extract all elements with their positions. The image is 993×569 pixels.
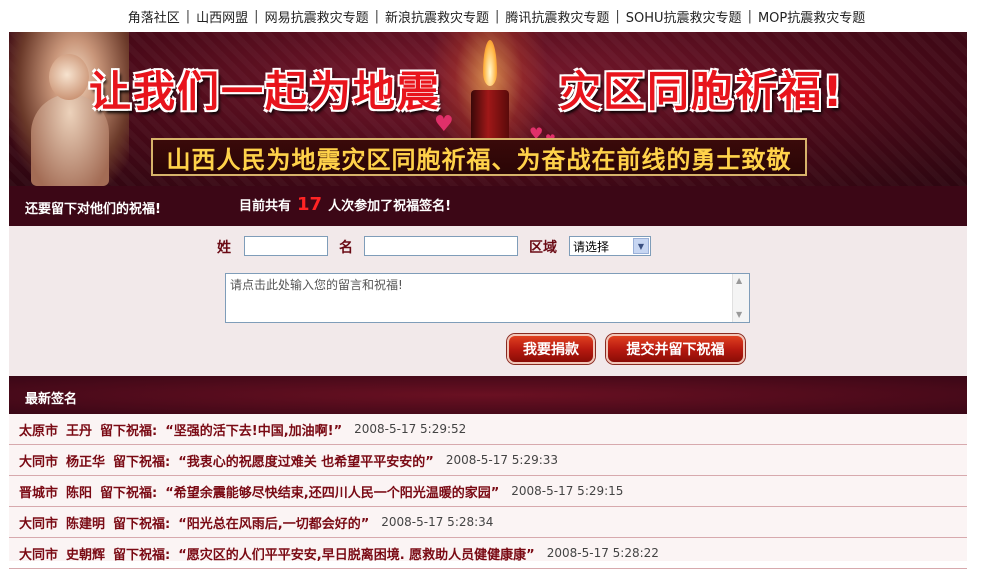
message-placeholder: 请点击此处输入您的留言和祝福! [230, 278, 403, 292]
nav-link-tencent[interactable]: 腾讯抗震救灾专题 [499, 7, 615, 26]
signature-time: 2008-5-17 5:29:52 [354, 422, 467, 436]
count-value: 17 [297, 194, 323, 215]
blessing-form: 姓 名 区域 请选择 ▼ 请点击此处输入您的留言和祝福! ▲ ▼ 我要捐款 提交… [9, 226, 967, 376]
blessing-message: “坚强的活下去!中国,加油啊!” [165, 423, 343, 439]
count-prefix: 目前共有 [239, 199, 292, 214]
blessing-prompt: 还要留下对他们的祝福! [25, 202, 161, 217]
blessing-message: “阳光总在风雨后,一切都会好的” [178, 516, 370, 532]
region-select[interactable]: 请选择 ▼ [569, 236, 651, 256]
banner-subtitle: 山西人民为地震灾区同胞祈福、为奋战在前线的勇士致敬 [151, 138, 807, 176]
signer-city: 大同市 [19, 547, 59, 563]
list-item: 大同市 杨正华 留下祝福: “我衷心的祝愿度过难关 也希望平平安安的” 2008… [9, 445, 967, 476]
banner: ♥ ♥ ♥ 让我们一起为地震 灾区同胞祈福! 山西人民为地震灾区同胞祈福、为奋战… [9, 32, 967, 186]
signer-city: 大同市 [19, 516, 59, 532]
count-suffix: 人次参加了祝福签名! [328, 199, 452, 214]
child-head [49, 54, 89, 100]
nav-link-netease[interactable]: 网易抗震救灾专题 [259, 7, 375, 26]
list-item: 晋城市 陈阳 留下祝福: “希望余震能够尽快结束,还四川人民一个阳光温暖的家园”… [9, 476, 967, 507]
banner-title-right: 灾区同胞祈福! [559, 67, 845, 116]
list-item: 太原市 王丹 留下祝福: “坚强的活下去!中国,加油啊!” 2008-5-17 … [9, 414, 967, 445]
surname-input[interactable] [244, 236, 328, 256]
latest-signatures-header: 最新签名 [9, 376, 967, 414]
top-navigation: 角落社区 | 山西网盟 | 网易抗震救灾专题 | 新浪抗震救灾专题 | 腾讯抗震救灾专题… [0, 0, 993, 32]
main-frame: ♥ ♥ ♥ 让我们一起为地震 灾区同胞祈福! 山西人民为地震灾区同胞祈福、为奋战… [9, 32, 967, 569]
participant-count: 目前共有 17 人次参加了祝福签名! [239, 194, 451, 215]
signer-name: 王丹 [66, 423, 93, 439]
signature-time: 2008-5-17 5:29:15 [511, 484, 624, 498]
signer-city: 晋城市 [19, 485, 59, 501]
nav-link-sohu[interactable]: SOHU抗震救灾专题 [620, 7, 748, 26]
name-label: 名 [339, 240, 353, 256]
list-item: 大同市 史朝辉 留下祝福: “愿灾区的人们平平安安,早日脱离困境. 愿救助人员健… [9, 538, 967, 569]
signature-time: 2008-5-17 5:28:22 [546, 546, 659, 560]
signer-city: 太原市 [19, 423, 59, 439]
chevron-down-icon[interactable]: ▼ [633, 238, 649, 254]
nav-link-sina[interactable]: 新浪抗震救灾专题 [379, 7, 495, 26]
donate-button[interactable]: 我要捐款 [507, 334, 595, 364]
signer-name: 史朝辉 [66, 547, 106, 563]
signature-time: 2008-5-17 5:28:34 [381, 515, 494, 529]
signature-list: 太原市 王丹 留下祝福: “坚强的活下去!中国,加油啊!” 2008-5-17 … [9, 414, 967, 569]
signer-name: 陈建明 [66, 516, 106, 532]
message-textarea[interactable]: 请点击此处输入您的留言和祝福! ▲ ▼ [225, 273, 750, 323]
signer-city: 大同市 [19, 454, 59, 470]
blessing-verb: 留下祝福: [113, 547, 171, 563]
nav-link-shanxi[interactable]: 山西网盟 [190, 7, 254, 26]
blessing-verb: 留下祝福: [100, 423, 158, 439]
banner-title-left: 让我们一起为地震 [89, 67, 442, 116]
scroll-up-icon[interactable]: ▲ [736, 276, 742, 285]
blessing-verb: 留下祝福: [100, 485, 158, 501]
list-item: 大同市 陈建明 留下祝福: “阳光总在风雨后,一切都会好的” 2008-5-17… [9, 507, 967, 538]
blessing-message: “希望余震能够尽快结束,还四川人民一个阳光温暖的家园” [165, 485, 500, 501]
name-input[interactable] [364, 236, 518, 256]
nav-link-jiaoluo[interactable]: 角落社区 [122, 7, 186, 26]
signer-name: 杨正华 [66, 454, 106, 470]
signer-name: 陈阳 [66, 485, 93, 501]
nav-link-mop[interactable]: MOP抗震救灾专题 [752, 7, 871, 26]
blessing-verb: 留下祝福: [113, 454, 171, 470]
textarea-scrollbar[interactable]: ▲ ▼ [732, 274, 749, 322]
blessing-message: “我衷心的祝愿度过难关 也希望平平安安的” [178, 454, 434, 470]
region-selected-value: 请选择 [573, 239, 610, 254]
latest-signatures-title: 最新签名 [25, 392, 78, 407]
region-label: 区域 [529, 240, 557, 256]
submit-blessing-button[interactable]: 提交并留下祝福 [606, 334, 745, 364]
scroll-down-icon[interactable]: ▼ [736, 310, 742, 319]
surname-label: 姓 [217, 240, 231, 256]
signature-time: 2008-5-17 5:29:33 [445, 453, 559, 467]
blessing-message: “愿灾区的人们平平安安,早日脱离困境. 愿救助人员健健康康” [178, 547, 535, 563]
info-bar: 还要留下对他们的祝福! 目前共有 17 人次参加了祝福签名! [9, 186, 967, 226]
blessing-verb: 留下祝福: [113, 516, 171, 532]
